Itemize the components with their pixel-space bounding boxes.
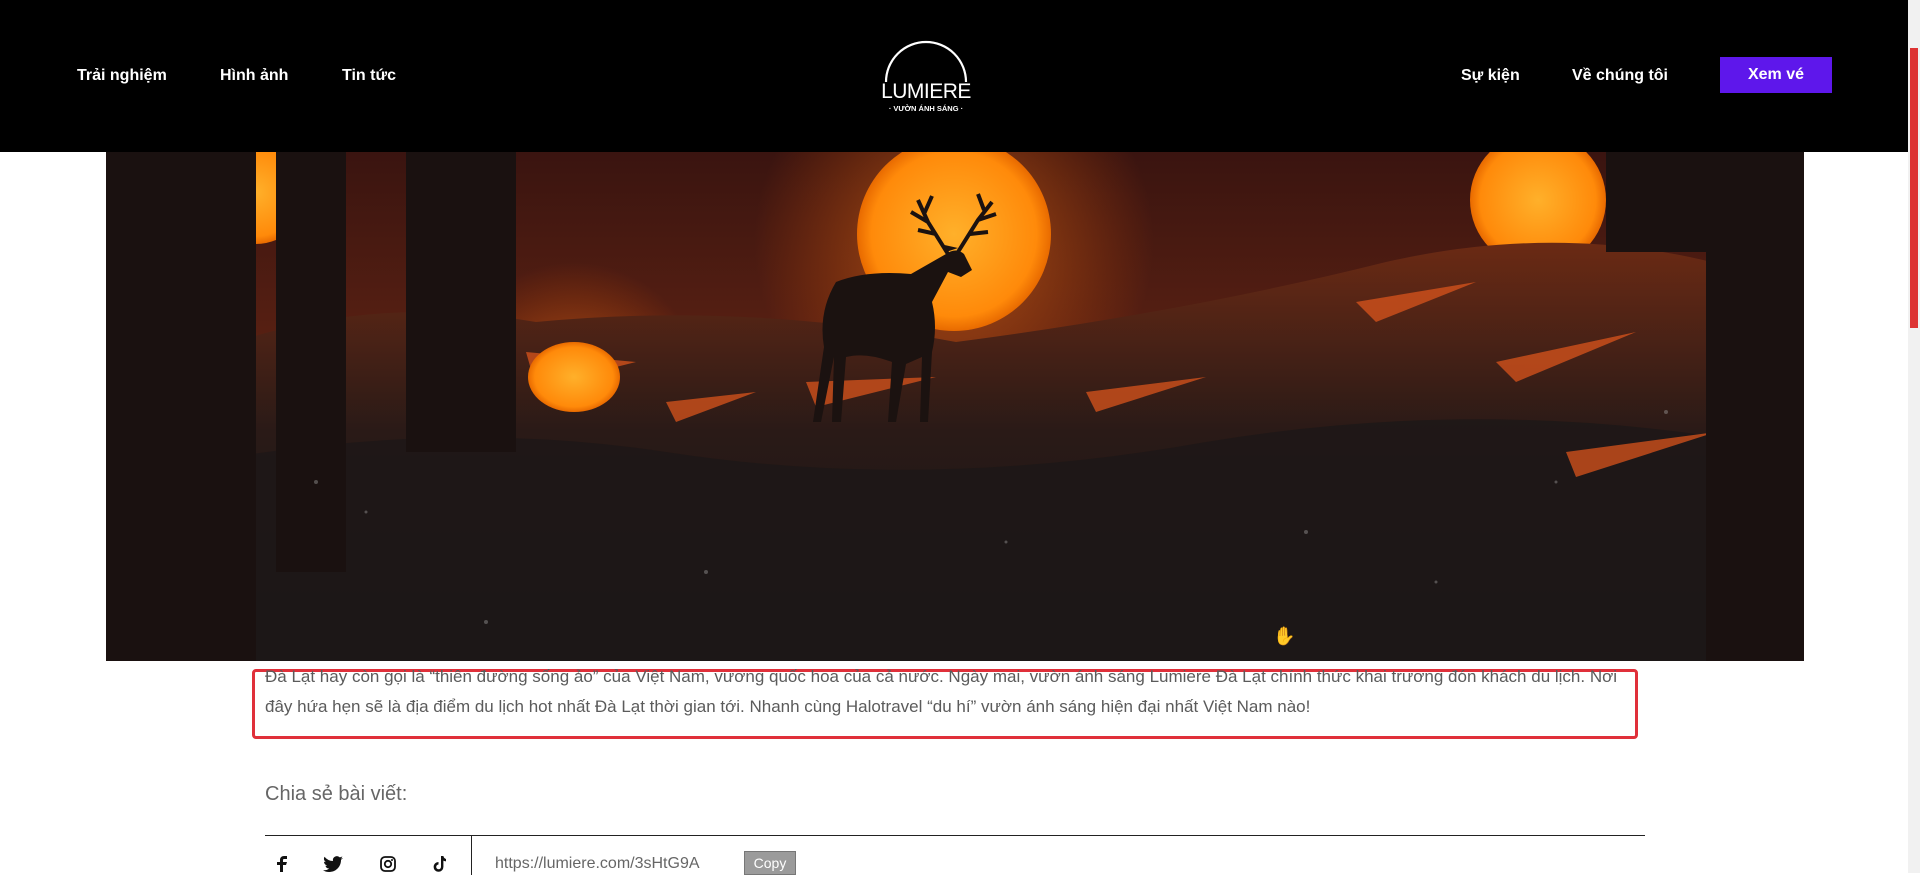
page-scrollbar[interactable] — [1908, 0, 1920, 873]
nav-item-trai-nghiem[interactable]: Trải nghiệm — [77, 67, 167, 85]
view-tickets-button[interactable]: Xem vé — [1720, 57, 1832, 93]
tiktok-icon[interactable] — [432, 856, 446, 877]
grab-cursor-icon: ✋ — [1273, 626, 1296, 646]
nav-item-ve-chung-toi[interactable]: Về chúng tôi — [1572, 67, 1668, 85]
facebook-icon[interactable] — [276, 856, 288, 877]
nav-item-hinh-anh[interactable]: Hình ảnh — [220, 67, 288, 85]
logo-tagline: · VƯỜN ÁNH SÁNG · — [889, 104, 963, 113]
nav-item-tin-tuc[interactable]: Tin tức — [342, 67, 396, 85]
copy-link-button[interactable]: Copy — [744, 851, 796, 875]
share-divider-line — [265, 835, 1645, 836]
article-intro-paragraph: Đà Lạt hay còn gọi là “thiên đường sống … — [265, 667, 1618, 716]
lumiere-logo[interactable]: LUMIERE · VƯỜN ÁNH SÁNG · — [878, 38, 974, 118]
share-label: Chia sẻ bài viết: — [265, 783, 408, 805]
site-header: Trải nghiệm Hình ảnh Tin tức LUMIERE · V… — [0, 0, 1908, 152]
hero-image-deer-forest: ✋ — [106, 152, 1804, 661]
instagram-icon[interactable] — [380, 856, 396, 877]
scrollbar-thumb[interactable] — [1910, 48, 1918, 328]
twitter-icon[interactable] — [323, 856, 343, 877]
logo-name: LUMIERE — [881, 80, 971, 103]
share-url-text[interactable]: https://lumiere.com/3sHtG9A — [495, 855, 700, 873]
nav-item-su-kien[interactable]: Sự kiện — [1461, 67, 1520, 85]
share-vertical-divider — [471, 835, 472, 875]
